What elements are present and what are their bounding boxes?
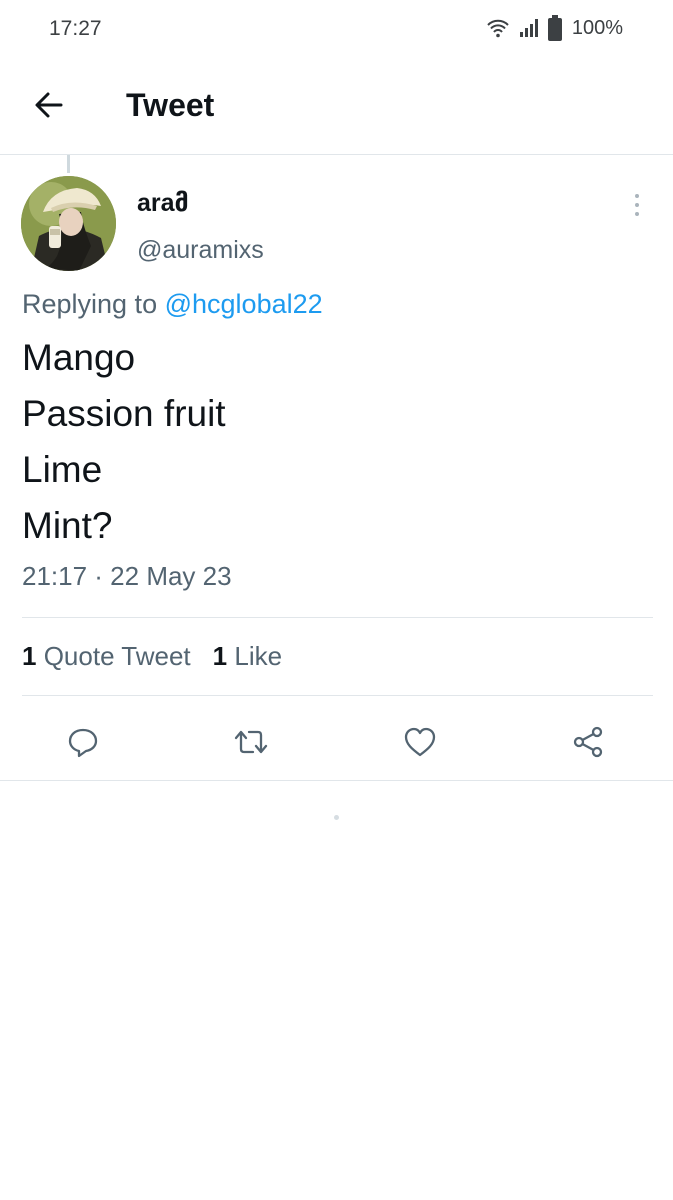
replying-prefix: Replying to (22, 289, 158, 319)
back-button[interactable] (26, 86, 72, 128)
retweet-button[interactable] (229, 720, 273, 764)
tweet-line: Mango (22, 337, 136, 378)
stat-count: 1 (212, 641, 228, 671)
status-icons: 100% (486, 15, 623, 41)
thread-connector-line (67, 155, 70, 173)
more-dot (635, 194, 639, 198)
retweet-icon (232, 725, 270, 759)
replying-to-link[interactable]: @hcglobal22 (165, 289, 323, 319)
user-handle[interactable]: @auramixs (137, 236, 264, 265)
more-vertical-icon[interactable] (624, 188, 650, 222)
display-name[interactable]: araმ (137, 188, 189, 218)
status-time: 17:27 (49, 17, 102, 40)
avatar[interactable] (21, 176, 116, 271)
status-bar: 17:27 100% (0, 0, 673, 58)
tweet-line: Passion fruit (22, 393, 226, 434)
likes-stat[interactable]: 1 Like (213, 641, 282, 672)
loading-indicator (334, 815, 339, 820)
stat-label: Quote Tweet (43, 641, 191, 671)
more-dot (635, 212, 639, 216)
reply-icon (66, 725, 100, 759)
more-dot (635, 203, 639, 207)
like-button[interactable] (398, 720, 442, 764)
tweet-text: Mango Passion fruit Lime Mint? (22, 330, 642, 554)
stat-count: 1 (22, 641, 37, 671)
tweet-timestamp[interactable]: 21:17 · 22 May 23 (22, 561, 232, 592)
arrow-left-icon (33, 89, 65, 126)
top-app-bar: Tweet (0, 58, 673, 155)
signal-icon (518, 17, 540, 39)
battery-icon (547, 15, 562, 41)
divider (22, 617, 653, 618)
divider (22, 695, 653, 696)
replying-to: Replying to @hcglobal22 (22, 289, 323, 320)
tweet-line: Mint? (22, 505, 113, 546)
tweet-stats: 1 Quote Tweet 1 Like (22, 641, 282, 672)
quote-tweets-stat[interactable]: 1 Quote Tweet (22, 641, 191, 672)
share-button[interactable] (566, 720, 610, 764)
reply-button[interactable] (61, 720, 105, 764)
battery-percent: 100% (571, 16, 623, 39)
page-title: Tweet (126, 87, 215, 123)
stat-label: Like (234, 641, 283, 671)
like-icon (402, 725, 438, 759)
wifi-icon (486, 16, 510, 40)
share-icon (570, 725, 606, 759)
tweet-line: Lime (22, 449, 103, 490)
tweet-action-bar (0, 708, 673, 781)
